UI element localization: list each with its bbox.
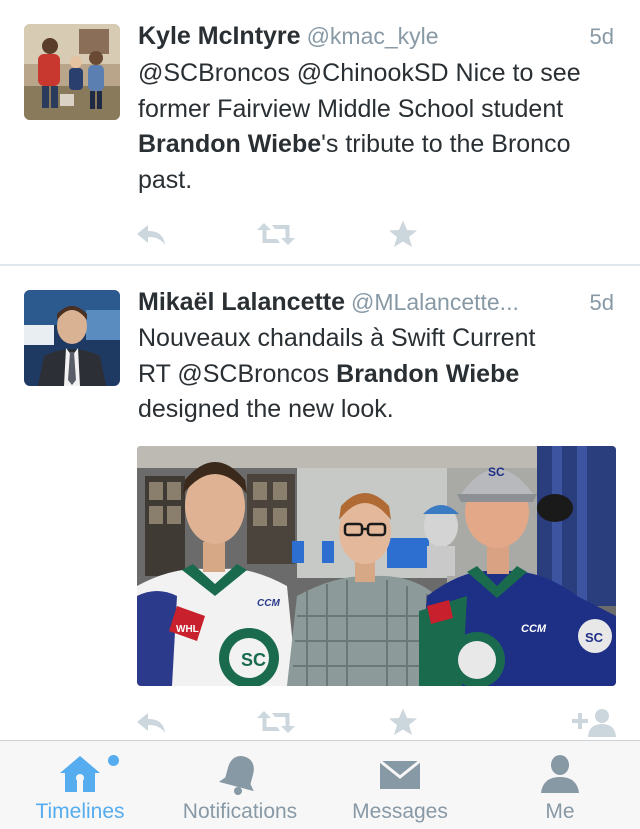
reply-icon[interactable]	[134, 219, 168, 249]
tweet[interactable]: Mikaël Lalancette @MLalancette... 5d Nouv…	[0, 266, 640, 740]
tab-messages[interactable]: Messages	[320, 741, 480, 829]
person-icon	[537, 753, 583, 795]
bell-icon	[217, 753, 263, 795]
notification-dot	[108, 755, 119, 766]
patch-text: WHL	[176, 624, 199, 635]
tweet-text: @SCBroncos @ChinookSD Nice to see former…	[138, 56, 610, 198]
envelope-icon	[377, 753, 423, 795]
retweet-icon[interactable]	[256, 219, 296, 249]
tab-bar: Timelines Notifications Messages Me	[0, 740, 640, 829]
tab-label: Messages	[352, 800, 448, 823]
author-name[interactable]: Mikaël Lalancette	[138, 288, 345, 316]
hat-logo-text: SC	[488, 465, 505, 479]
author-handle[interactable]: @kmac_kyle	[307, 23, 439, 49]
mention-bold: Brandon Wiebe	[138, 130, 322, 158]
retweet-icon[interactable]	[256, 707, 296, 737]
tweet-text-part: Nouveaux chandails à Swift Current	[138, 324, 536, 352]
tab-timelines[interactable]: Timelines	[0, 741, 160, 829]
timestamp: 5d	[589, 290, 614, 315]
tweet-header: Kyle McIntyre @kmac_kyle 5d	[138, 22, 614, 52]
avatar[interactable]	[24, 24, 120, 120]
tweet-actions	[134, 219, 618, 249]
tab-notifications[interactable]: Notifications	[160, 741, 320, 829]
favorite-icon[interactable]	[386, 219, 420, 249]
jersey-logo-text: SC	[241, 650, 266, 670]
tab-label: Notifications	[182, 800, 298, 823]
tweet-text-part: designed the new look.	[138, 395, 394, 423]
tab-me[interactable]: Me	[480, 741, 640, 829]
tab-label: Me	[545, 800, 575, 823]
tweet-text-part: @SCBroncos @ChinookSD Nice to see former…	[138, 59, 581, 123]
timestamp: 5d	[589, 24, 614, 49]
avatar[interactable]	[24, 290, 120, 386]
tweet[interactable]: Kyle McIntyre @kmac_kyle 5d @SCBroncos @C…	[0, 0, 640, 266]
tweet-photo[interactable]: SC WHL CCM SC CCM SC	[137, 446, 616, 686]
home-icon	[57, 753, 103, 795]
mention-bold: Brandon Wiebe	[336, 359, 520, 388]
tweet-text: Nouveaux chandails à Swift Current RT @SC…	[138, 321, 610, 428]
tab-label: Timelines	[35, 800, 125, 823]
tweet-text-part: RT @SCBroncos	[138, 359, 337, 388]
favorite-icon[interactable]	[386, 707, 420, 737]
follow-icon[interactable]	[570, 707, 618, 737]
author-handle[interactable]: @MLalancette...	[351, 289, 519, 315]
author-name[interactable]: Kyle McIntyre	[138, 22, 301, 50]
svg-text:SC: SC	[585, 630, 604, 645]
tweet-header: Mikaël Lalancette @MLalancette... 5d	[138, 288, 614, 318]
reply-icon[interactable]	[134, 707, 168, 737]
svg-text:CCM: CCM	[521, 623, 547, 635]
tweet-actions	[134, 707, 618, 737]
brand-text: CCM	[257, 598, 280, 609]
